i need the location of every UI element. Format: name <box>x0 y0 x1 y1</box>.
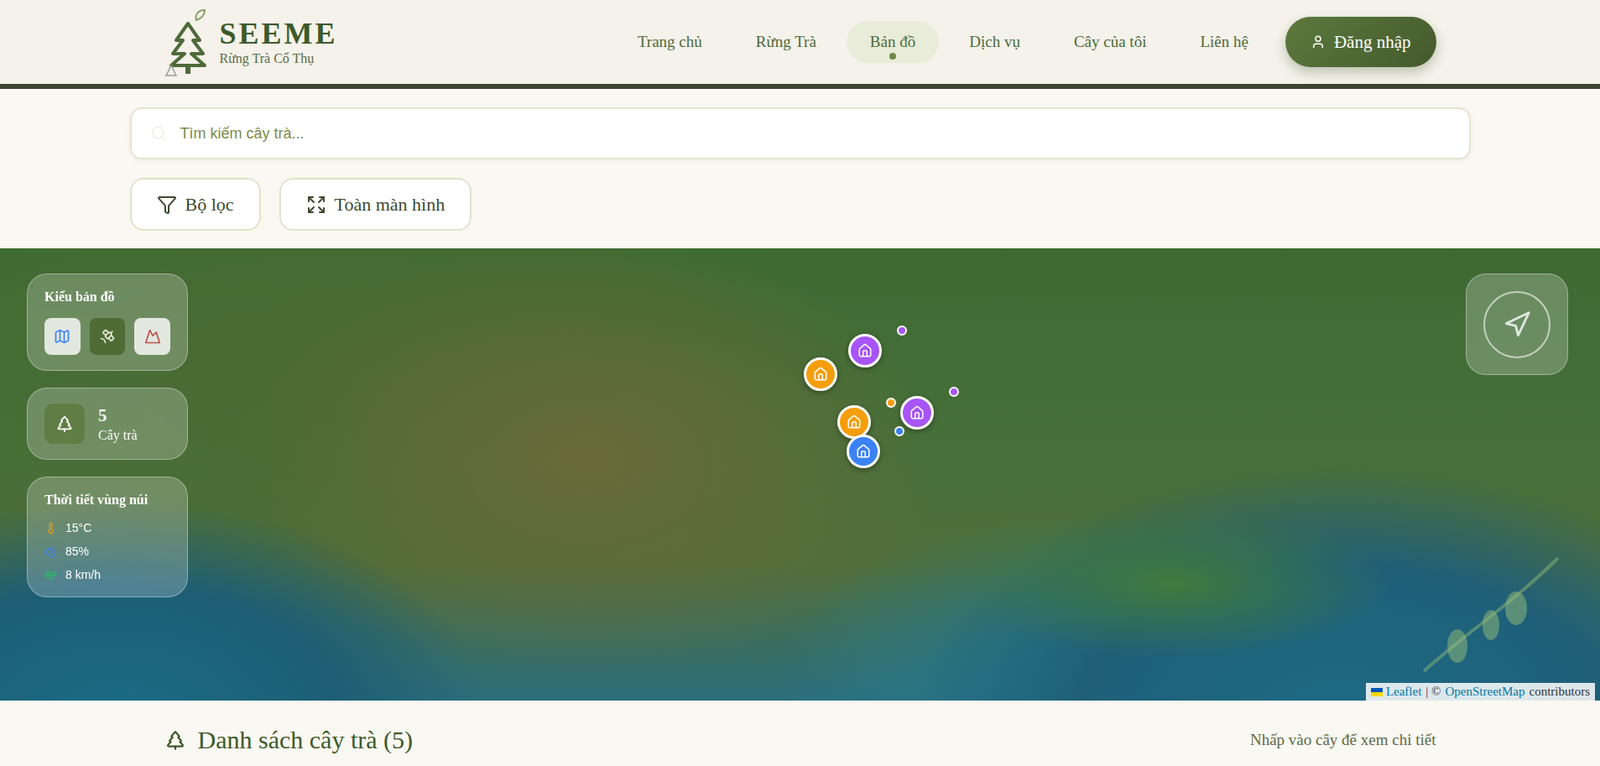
search-input[interactable] <box>178 124 1451 144</box>
nav-item[interactable]: Rừng Trà <box>732 20 840 63</box>
nav-item[interactable]: Liên hệ <box>1176 20 1272 63</box>
nav-item[interactable]: Trang chủ <box>614 20 726 63</box>
tree-icon <box>164 729 187 751</box>
home-icon <box>813 366 829 382</box>
filter-icon <box>156 194 178 215</box>
tree-icon <box>55 414 74 433</box>
tree-list-header: Danh sách cây trà (5) Nhấp vào cây để xem… <box>164 700 1437 766</box>
layers-title: Kiểu bản đồ <box>44 289 171 305</box>
tree-marker[interactable] <box>803 357 838 391</box>
thermometer-icon <box>44 521 58 535</box>
count-panel: 5Cây trà <box>26 387 188 460</box>
leaflet-link[interactable]: Leaflet <box>1370 684 1422 699</box>
map-attribution: Leaflet| ©OpenStreetMapcontributors <box>1365 682 1595 701</box>
layer-option[interactable] <box>134 317 171 355</box>
tree-count-label: Cây trà <box>98 427 138 443</box>
home-icon <box>857 343 873 359</box>
fullscreen-button[interactable]: Toàn màn hình <box>279 177 473 231</box>
login-button[interactable]: Đăng nhập <box>1285 16 1437 68</box>
tree-marker[interactable] <box>837 405 871 439</box>
fullscreen-icon <box>306 194 327 215</box>
droplets-icon <box>44 545 58 558</box>
tree-count: 5 <box>98 405 138 427</box>
street-map-icon <box>53 328 71 345</box>
user-icon <box>1310 34 1326 50</box>
locate-button[interactable] <box>1465 273 1569 376</box>
tree-list-hint: Nhấp vào cây để xem chi tiết <box>1250 730 1437 750</box>
weather-reading: 15°C <box>44 521 171 535</box>
nav-item[interactable]: Cây của tôi <box>1050 20 1171 63</box>
home-icon <box>855 443 871 459</box>
marker-dot[interactable] <box>885 397 897 408</box>
weather-reading: 8 km/h <box>44 568 171 582</box>
satellite-icon <box>99 328 116 345</box>
osm-link[interactable]: OpenStreetMap <box>1445 684 1526 699</box>
site-header: SEEME Rừng Trà Cổ Thụ Trang chủRừng TràBản… <box>0 0 1600 89</box>
map[interactable]: Kiểu bản đồ 5Cây trà Thời tiết vùng núi 15°… <box>0 248 1600 701</box>
nav-item[interactable]: Dịch vụ <box>945 20 1044 63</box>
marker-dot[interactable] <box>948 386 959 397</box>
tree-list-title: Danh sách cây trà (5) <box>164 725 414 755</box>
navigation-icon <box>1502 310 1532 339</box>
home-icon <box>909 405 925 421</box>
weather-panel: Thời tiết vùng núi 15°C 85% 8 km/h <box>26 476 188 598</box>
filter-button[interactable]: Bộ lọc <box>130 177 261 231</box>
nav-item[interactable]: Bản đồ <box>846 20 939 63</box>
wind-icon <box>44 568 58 582</box>
layer-option[interactable] <box>89 317 126 355</box>
main-nav: Trang chủRừng TràBản đồDịch vụCây của tô… <box>614 16 1437 68</box>
terrain-icon <box>144 328 162 345</box>
tree-marker[interactable] <box>848 333 882 368</box>
weather-reading: 85% <box>44 544 171 558</box>
marker-dot[interactable] <box>896 325 907 336</box>
search-icon <box>150 125 167 142</box>
tree-marker[interactable] <box>846 434 881 469</box>
flag-icon <box>1370 687 1383 697</box>
weather-title: Thời tiết vùng núi <box>44 492 171 508</box>
logo-title: SEEME <box>219 18 339 49</box>
layer-option[interactable] <box>44 317 81 355</box>
logo[interactable]: SEEME Rừng Trà Cổ Thụ <box>164 6 339 78</box>
tea-tree-icon <box>164 6 212 78</box>
map-controls: Bộ lọc Toàn màn hình <box>130 88 1471 249</box>
tree-marker[interactable] <box>900 396 934 430</box>
search-box <box>130 107 1471 160</box>
logo-subtitle: Rừng Trà Cổ Thụ <box>219 52 339 66</box>
home-icon <box>846 414 862 430</box>
leaf-decoration-icon <box>1415 549 1567 676</box>
toolbar: Bộ lọc Toàn màn hình <box>130 177 1471 231</box>
marker-dot[interactable] <box>894 426 905 437</box>
active-dot <box>889 52 897 60</box>
layers-panel: Kiểu bản đồ <box>26 273 188 371</box>
